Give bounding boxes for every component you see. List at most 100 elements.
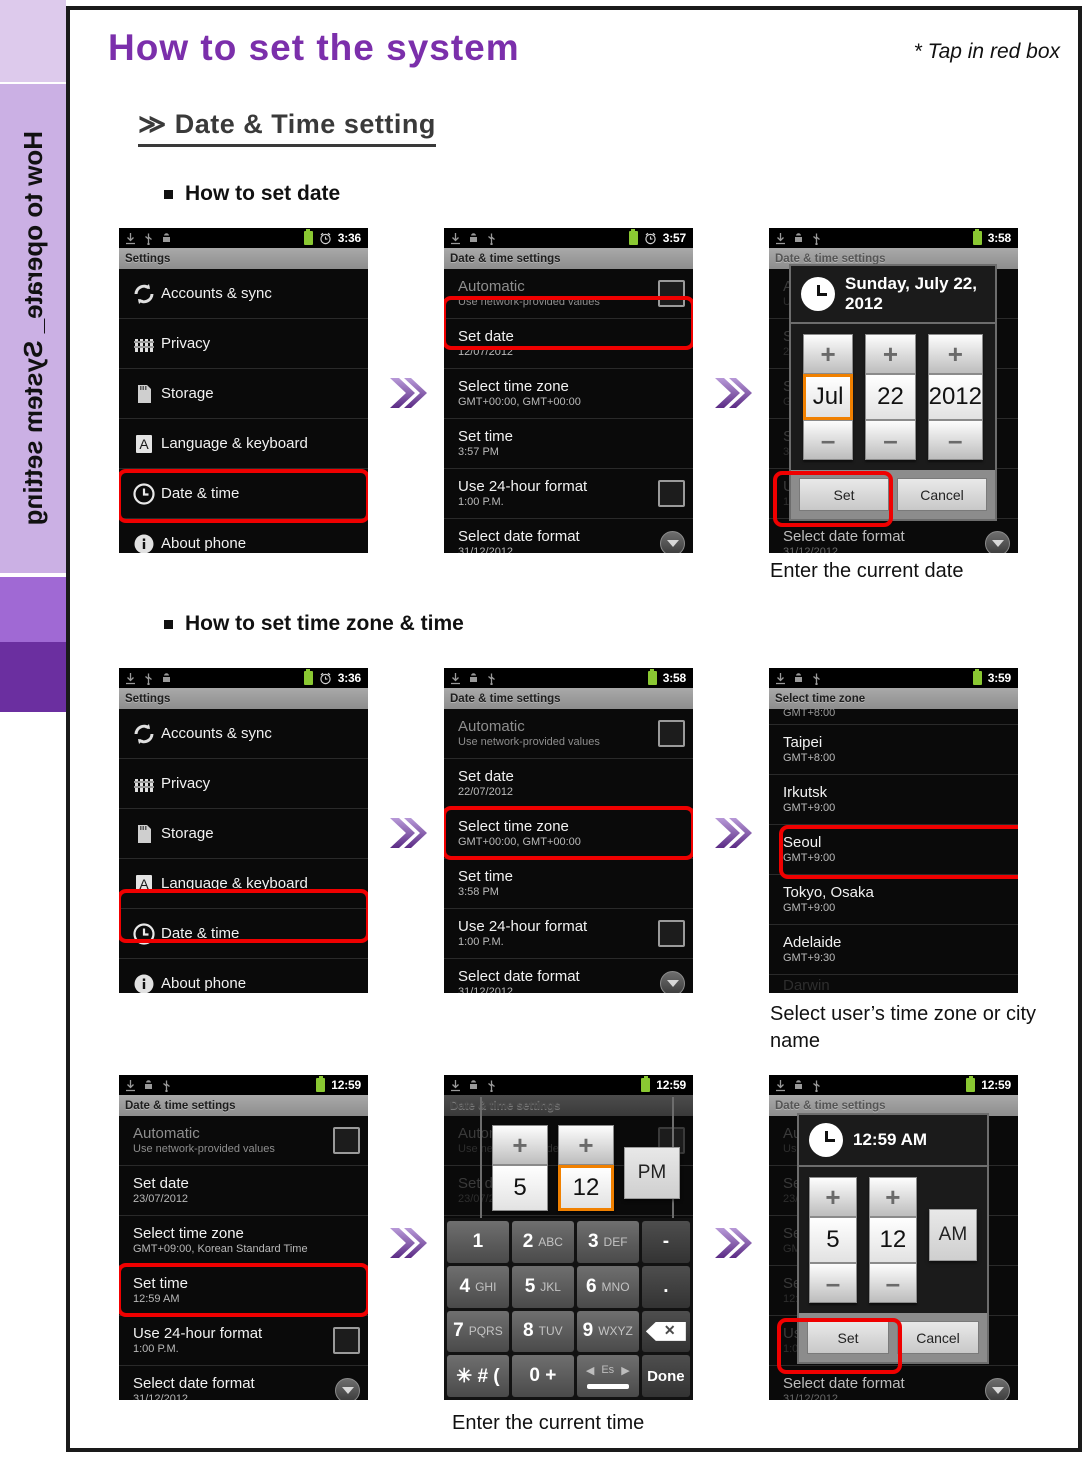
minute-spinner[interactable]: + 12	[558, 1125, 614, 1211]
list-item-set-date[interactable]: Set date 12/07/2012	[444, 319, 693, 369]
minute-value[interactable]: 12	[868, 1217, 917, 1263]
key-8[interactable]: 8 TUV	[511, 1310, 574, 1353]
date-format-dropdown[interactable]	[660, 971, 685, 993]
minute-increment-button[interactable]: +	[558, 1125, 614, 1165]
hour-value[interactable]: 5	[809, 1217, 857, 1263]
list-item-accounts-sync[interactable]: Accounts & sync	[119, 269, 368, 319]
hour-increment-button[interactable]: +	[492, 1125, 548, 1165]
android-icon	[795, 672, 802, 682]
list-item-set-date[interactable]: Set date 22/07/2012	[444, 759, 693, 809]
list-item-date-format[interactable]: Select date format 31/12/2012	[444, 959, 693, 993]
format24-checkbox[interactable]	[658, 480, 685, 507]
list-item-language-keyboard[interactable]: A Language & keyboard	[119, 859, 368, 909]
key-3[interactable]: 3 DEF	[576, 1221, 639, 1263]
list-item-timezone-seoul[interactable]: Seoul GMT+9:00	[769, 825, 1018, 875]
list-item-storage[interactable]: Storage	[119, 809, 368, 859]
list-item-about-phone[interactable]: About phone	[119, 959, 368, 993]
list-item-about-phone[interactable]: About phone	[119, 519, 368, 553]
format24-checkbox[interactable]	[333, 1327, 360, 1354]
key-done[interactable]: Done	[641, 1355, 690, 1397]
automatic-checkbox[interactable]	[658, 720, 685, 747]
key-9[interactable]: 9 WXYZ	[576, 1310, 639, 1353]
list-item-accounts-sync[interactable]: Accounts & sync	[119, 709, 368, 759]
list-item-select-timezone[interactable]: Select time zone GMT+00:00, GMT+00:00	[444, 369, 693, 419]
list-item-sublabel: GMT+09:00, Korean Standard Time	[133, 1243, 308, 1256]
key-5[interactable]: 5 JKL	[511, 1265, 574, 1308]
key-2[interactable]: 2 ABC	[511, 1221, 574, 1263]
list-item-24hour-format[interactable]: Use 24-hour format 1:00 P.M.	[444, 909, 693, 959]
list-item-set-date[interactable]: Set date 23/07/2012	[119, 1166, 368, 1216]
list-item-timezone-irkutsk[interactable]: Irkutsk GMT+9:00	[769, 775, 1018, 825]
list-item-set-time[interactable]: Set time 12:59 AM	[119, 1266, 368, 1316]
list-item-date-time[interactable]: Date & time	[119, 909, 368, 959]
day-decrement-button[interactable]: –	[865, 420, 916, 460]
list-item-set-time[interactable]: Set time 3:58 PM	[444, 859, 693, 909]
list-item-automatic[interactable]: Automatic Use network-provided values	[444, 709, 693, 759]
key-0[interactable]: 0 +	[511, 1355, 574, 1397]
list-item-set-time[interactable]: Set time 3:57 PM	[444, 419, 693, 469]
day-increment-button[interactable]: +	[865, 334, 916, 374]
year-decrement-button[interactable]: –	[927, 420, 983, 460]
key-minus[interactable]: -	[641, 1221, 690, 1263]
list-item-language-keyboard[interactable]: A Language & keyboard	[119, 419, 368, 469]
hour-spinner[interactable]: + 5 –	[809, 1177, 857, 1303]
key-period[interactable]: .	[641, 1265, 690, 1308]
key-6[interactable]: 6 MNO	[576, 1265, 639, 1308]
list-item-select-timezone[interactable]: Select time zone GMT+00:00, GMT+00:00	[444, 809, 693, 859]
list-item-select-timezone[interactable]: Select time zone GMT+09:00, Korean Stand…	[119, 1216, 368, 1266]
meridiem-toggle[interactable]: PM	[624, 1147, 680, 1199]
set-button[interactable]: Set	[799, 478, 889, 511]
key-backspace[interactable]	[641, 1310, 690, 1353]
key-4[interactable]: 4 GHI	[447, 1265, 509, 1308]
list-item-timezone-adelaide[interactable]: Adelaide GMT+9:30	[769, 925, 1018, 975]
list-item-timezone-taipei[interactable]: Taipei GMT+8:00	[769, 725, 1018, 775]
key-symbols[interactable]: ✳ # (	[447, 1355, 509, 1397]
key-7[interactable]: 7 PQRS	[447, 1310, 509, 1353]
list-item-privacy[interactable]: Privacy	[119, 319, 368, 369]
list-item-24hour-format[interactable]: Use 24-hour format 1:00 P.M.	[119, 1316, 368, 1366]
hour-decrement-button[interactable]: –	[809, 1263, 857, 1303]
cancel-button[interactable]: Cancel	[897, 478, 987, 511]
key-space-language[interactable]: ◀ Es ▶	[576, 1355, 639, 1397]
list-item-automatic[interactable]: Automatic Use network-provided values	[444, 269, 693, 319]
status-right: 12:59	[641, 1076, 686, 1092]
year-increment-button[interactable]: +	[927, 334, 983, 374]
automatic-checkbox[interactable]	[333, 1127, 360, 1154]
date-format-dropdown[interactable]	[335, 1378, 360, 1400]
minute-decrement-button[interactable]: –	[868, 1263, 917, 1303]
meridiem-toggle[interactable]: AM	[928, 1209, 977, 1261]
list-item-automatic[interactable]: Automatic Use network-provided values	[119, 1116, 368, 1166]
date-format-dropdown[interactable]	[660, 531, 685, 553]
screenshot-date-picker: 3:58 Date & time settings AutomaticUse n…	[769, 228, 1018, 553]
date-picker-header: Sunday, July 22, 2012	[791, 266, 995, 324]
list-item-label: Select date format	[783, 527, 905, 545]
minute-spinner[interactable]: + 12 –	[868, 1177, 917, 1303]
list-item-privacy[interactable]: Privacy	[119, 759, 368, 809]
list-item-date-format[interactable]: Select date format 31/12/2012	[444, 519, 693, 553]
status-left-icons	[775, 232, 822, 245]
cancel-button[interactable]: Cancel	[897, 1321, 979, 1354]
hour-spinner[interactable]: + 5	[492, 1125, 548, 1211]
year-spinner[interactable]: + 2012 –	[927, 334, 983, 460]
list-item-24hour-format[interactable]: Use 24-hour format 1:00 P.M.	[444, 469, 693, 519]
minute-value[interactable]: 12	[558, 1165, 614, 1211]
list-item-date-time[interactable]: Date & time	[119, 469, 368, 519]
year-value[interactable]: 2012	[927, 374, 983, 420]
set-button[interactable]: Set	[807, 1321, 889, 1354]
minute-increment-button[interactable]: +	[868, 1177, 917, 1217]
hour-increment-button[interactable]: +	[809, 1177, 857, 1217]
format24-checkbox[interactable]	[658, 920, 685, 947]
list-item-timezone-tokyo[interactable]: Tokyo, Osaka GMT+9:00	[769, 875, 1018, 925]
month-increment-button[interactable]: +	[803, 334, 854, 374]
automatic-checkbox[interactable]	[658, 280, 685, 307]
month-value[interactable]: Jul	[803, 374, 854, 420]
key-1[interactable]: 1	[447, 1221, 509, 1263]
list-item-date-format[interactable]: Select date format 31/12/2012	[119, 1366, 368, 1400]
day-spinner[interactable]: + 22 –	[865, 334, 916, 460]
month-spinner[interactable]: + Jul –	[803, 334, 854, 460]
list-item-storage[interactable]: Storage	[119, 369, 368, 419]
month-decrement-button[interactable]: –	[803, 420, 854, 460]
hour-value[interactable]: 5	[492, 1165, 548, 1211]
day-value[interactable]: 22	[865, 374, 916, 420]
status-bar: 12:59	[769, 1075, 1018, 1095]
